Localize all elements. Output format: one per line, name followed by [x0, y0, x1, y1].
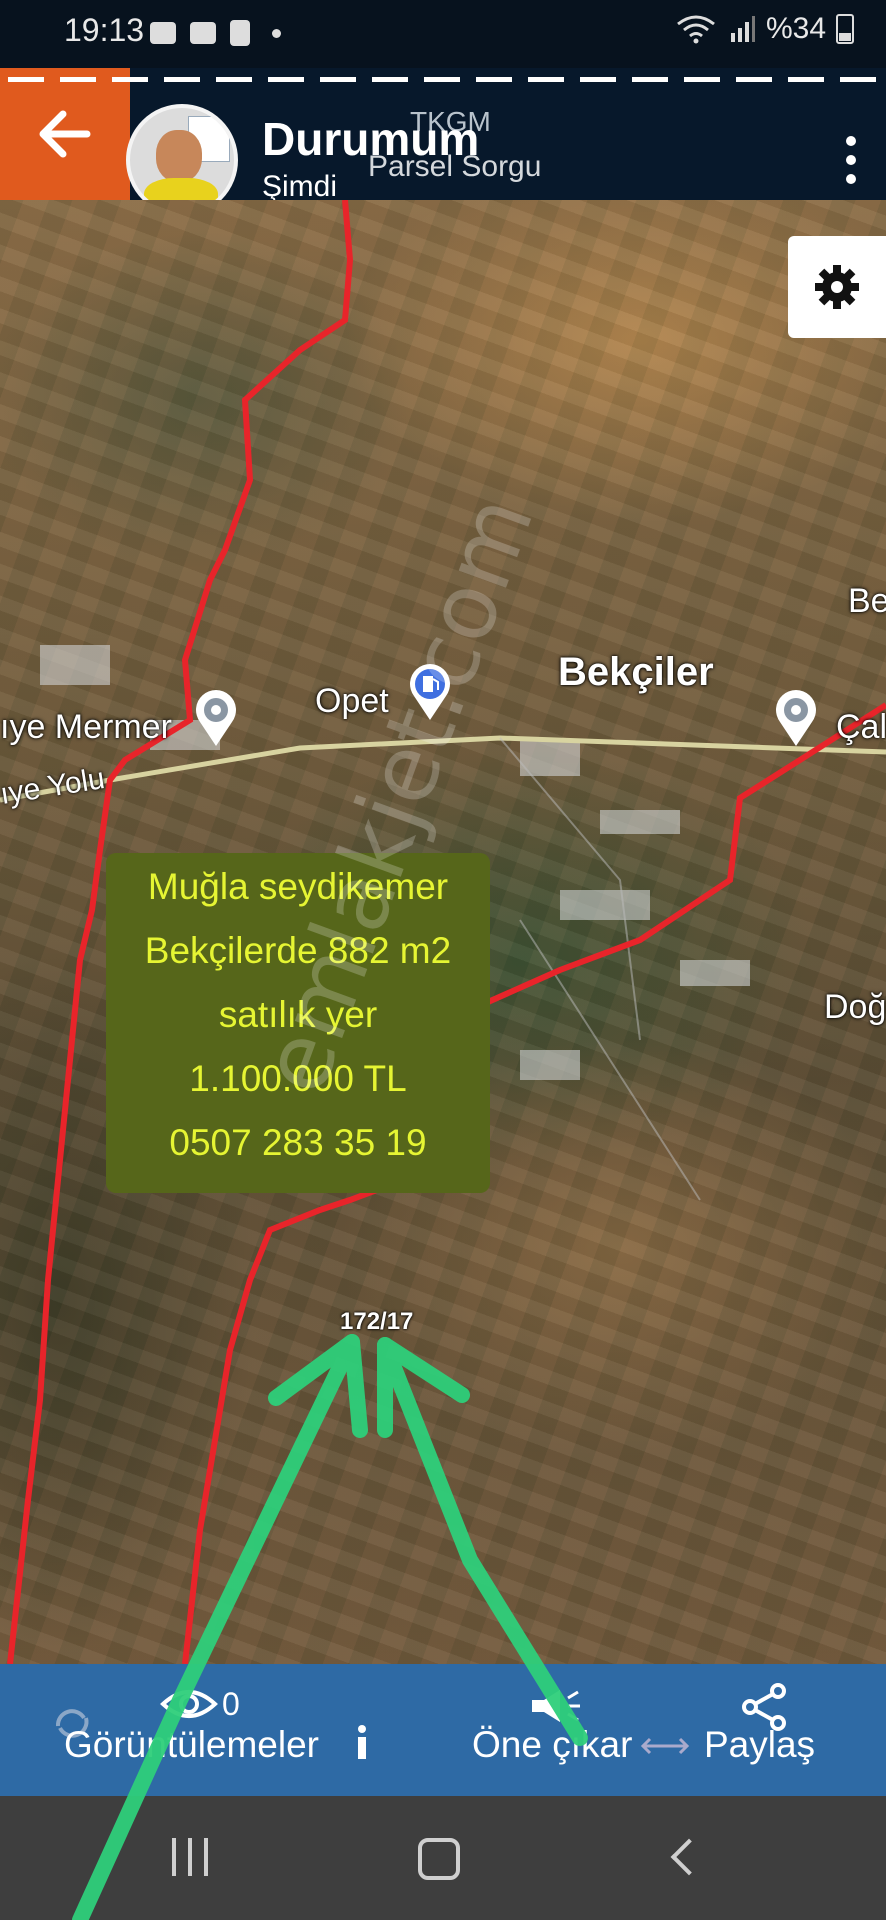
place-label-dog: Doğ: [824, 988, 886, 1026]
ad-line-phone: 0507 283 35 19: [169, 1122, 427, 1163]
map-subtitle-overlay: Parsel Sorgu: [368, 150, 542, 183]
parcel-number: 172/17: [340, 1308, 414, 1335]
views-indicator[interactable]: 0: [160, 1686, 240, 1727]
location-pin-icon[interactable]: [770, 688, 822, 748]
image-icon: [190, 22, 216, 44]
promote-label[interactable]: Öne çıkar: [472, 1724, 632, 1766]
more-options-icon[interactable]: [846, 136, 856, 184]
dot-icon: [272, 28, 281, 38]
header-timestamp: Şimdi: [262, 170, 338, 203]
info-icon[interactable]: [354, 1724, 370, 1765]
back-button[interactable]: [0, 68, 130, 200]
story-header: TKGM Durumum Parsel Sorgu Şimdi: [0, 68, 886, 216]
story-action-bar: 0 Görüntülemeler Öne çıkar Paylaş: [0, 1664, 886, 1796]
pdf-icon: [230, 20, 250, 46]
place-label-mermer: ıye Mermer: [0, 708, 172, 746]
avatar-face: [156, 130, 202, 182]
status-system-icons: %34: [676, 12, 854, 46]
location-pin-icon[interactable]: [190, 688, 242, 748]
swap-arrows-icon: [640, 1736, 690, 1761]
place-label-be: Be: [848, 582, 886, 620]
place-label-bekciler: Bekçiler: [558, 650, 714, 694]
recent-apps-icon[interactable]: [172, 1838, 208, 1876]
battery-percent: %34: [765, 12, 826, 45]
gear-icon: [815, 265, 859, 309]
place-label-cal: Çal: [836, 708, 886, 746]
status-notification-icons: [150, 20, 281, 46]
battery-icon: [836, 14, 854, 44]
android-nav-bar: [0, 1796, 886, 1920]
arrow-left-icon: [39, 110, 91, 158]
settings-button[interactable]: [788, 236, 886, 338]
views-label[interactable]: Görüntülemeler: [64, 1724, 319, 1766]
back-icon[interactable]: [670, 1838, 708, 1876]
home-icon[interactable]: [418, 1838, 460, 1880]
status-time: 19:13: [64, 12, 145, 48]
status-bar: 19:13 %34: [0, 0, 886, 68]
signal-icon: [730, 16, 755, 42]
youtube-icon: [150, 22, 176, 44]
eye-icon: [160, 1690, 218, 1718]
story-progress-bar: [8, 77, 878, 82]
share-label[interactable]: Paylaş: [704, 1724, 815, 1766]
views-count: 0: [222, 1686, 240, 1722]
wifi-icon: [677, 15, 715, 44]
